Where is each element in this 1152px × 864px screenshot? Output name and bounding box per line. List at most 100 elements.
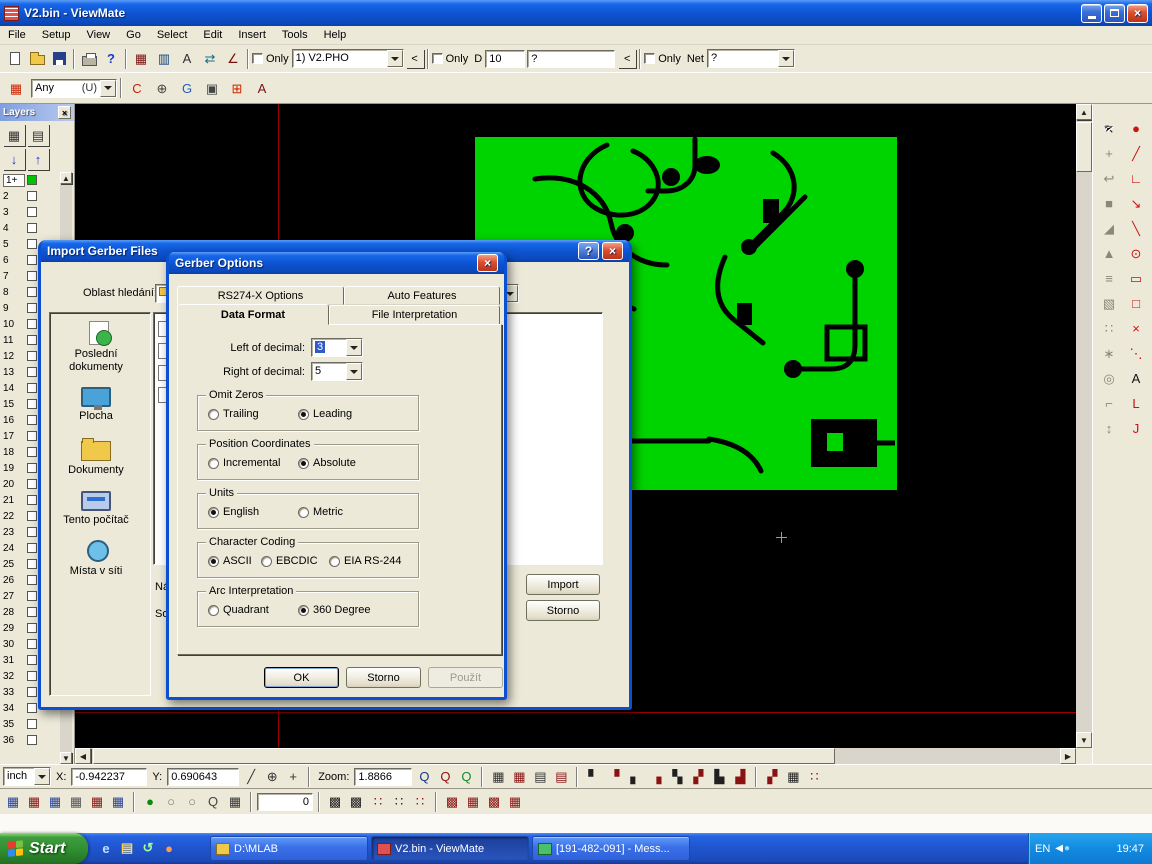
text-tool-button[interactable]: A	[1124, 366, 1148, 390]
inactive-circle-1-button[interactable]: ○	[161, 792, 181, 812]
layer-color-swatch[interactable]	[27, 239, 37, 249]
layer-color-swatch[interactable]	[27, 255, 37, 265]
target-scope-button[interactable]: ◎	[1097, 366, 1121, 390]
layer-color-swatch[interactable]	[27, 463, 37, 473]
zoom-window-button[interactable]: Q	[414, 767, 434, 787]
mini-grid-1-button[interactable]: ▦	[3, 792, 23, 812]
net-grid-button[interactable]: ▤	[530, 767, 550, 787]
clear-highlight-button[interactable]: C	[125, 76, 149, 100]
layer-color-swatch[interactable]	[27, 687, 37, 697]
sync-button[interactable]: ↺	[138, 837, 158, 859]
layer-color-swatch[interactable]	[27, 383, 37, 393]
red-dot-grid-3-button[interactable]: ▩	[484, 792, 504, 812]
layer-color-swatch[interactable]	[27, 719, 37, 729]
import-button[interactable]: Import	[526, 574, 600, 595]
display-mode-5-button[interactable]: ▚	[667, 767, 687, 787]
layer-move-down-button[interactable]: ↓	[3, 148, 25, 170]
radio-incremental[interactable]: Incremental	[208, 457, 280, 469]
layer-color-swatch[interactable]	[27, 527, 37, 537]
scroll-down-icon[interactable]: ▼	[1076, 732, 1092, 748]
new-file-button[interactable]	[4, 48, 26, 70]
only-layer-checkbox[interactable]	[252, 53, 263, 64]
layer-row-35[interactable]: 35	[0, 716, 58, 732]
layer-color-swatch[interactable]	[27, 447, 37, 457]
dot-grid-button[interactable]: ∷	[1097, 316, 1121, 340]
menu-insert[interactable]: Insert	[230, 27, 274, 43]
x-coordinate-input[interactable]	[71, 768, 147, 786]
radio-leading[interactable]: Leading	[298, 408, 352, 420]
radio-trailing[interactable]: Trailing	[208, 408, 259, 420]
y-coordinate-input[interactable]	[167, 768, 239, 786]
radio-english[interactable]: English	[208, 506, 259, 518]
taskbar-task[interactable]: V2.bin - ViewMate	[371, 836, 529, 861]
sketch-mode-button[interactable]: ∷	[804, 767, 824, 787]
stack-button[interactable]: ≡	[1097, 266, 1121, 290]
layer-row-2[interactable]: 2	[0, 188, 58, 204]
language-indicator[interactable]: EN	[1035, 843, 1050, 855]
vertical-scroll-thumb[interactable]	[1076, 122, 1092, 172]
menu-select[interactable]: Select	[149, 27, 196, 43]
layer-color-swatch[interactable]	[27, 559, 37, 569]
previous-dcode-button[interactable]: <	[618, 49, 636, 68]
folders-button[interactable]: ▤	[117, 837, 137, 859]
layer-color-swatch[interactable]	[27, 367, 37, 377]
right-of-decimal-arrow[interactable]	[346, 363, 362, 380]
tab-auto-features[interactable]: Auto Features	[344, 286, 500, 305]
line-tool-button[interactable]: ╱	[1124, 141, 1148, 165]
previous-layer-button[interactable]: <	[406, 49, 424, 68]
mini-grid-4-button[interactable]: ▦	[66, 792, 86, 812]
zoom-input[interactable]	[354, 768, 412, 786]
layer-color-swatch[interactable]	[27, 591, 37, 601]
place-docs[interactable]: Dokumenty	[50, 437, 142, 477]
messenger-status-icon[interactable]: ●	[1064, 843, 1070, 854]
measure-line-button[interactable]: ╱	[241, 767, 261, 787]
layer-color-swatch[interactable]	[27, 175, 37, 185]
red-dot-grid-2-button[interactable]: ▦	[463, 792, 483, 812]
scroll-up-icon[interactable]: ▲	[1076, 104, 1092, 120]
maximize-button[interactable]	[1104, 4, 1125, 23]
diagonal-line-button[interactable]: ╲	[1124, 216, 1148, 240]
radio-eia-rs244[interactable]: EIA RS-244	[329, 555, 401, 567]
layer-color-swatch[interactable]	[27, 735, 37, 745]
layers-panel-header[interactable]: Layers ×	[0, 104, 74, 121]
snap-grid-button[interactable]: ▦	[225, 792, 245, 812]
display-mode-3-button[interactable]: ▖	[625, 767, 645, 787]
center-view-button[interactable]: +	[283, 767, 303, 787]
horizontal-scrollbar[interactable]: ◀ ▶	[75, 748, 1076, 764]
ok-button[interactable]: OK	[264, 667, 339, 688]
corner-tool-button[interactable]: ⌐	[1097, 391, 1121, 415]
layer-color-swatch[interactable]	[27, 399, 37, 409]
rectangle-tool-button[interactable]: ▭	[1124, 266, 1148, 290]
menu-file[interactable]: File	[0, 27, 34, 43]
menu-edit[interactable]: Edit	[195, 27, 230, 43]
mini-grid-2-button[interactable]: ▦	[24, 792, 44, 812]
slope-shape-button[interactable]: ◢	[1097, 216, 1121, 240]
gerber-options-titlebar[interactable]: Gerber Options ×	[169, 252, 504, 274]
film-grid-button[interactable]: ▦	[783, 767, 803, 787]
layer-color-swatch[interactable]	[27, 607, 37, 617]
place-recent[interactable]: Poslední dokumenty	[50, 321, 142, 373]
close-button[interactable]: ×	[1127, 4, 1148, 23]
aperture-table-button[interactable]: ▥	[153, 48, 175, 70]
right-of-decimal-combobox[interactable]: 5	[311, 362, 363, 381]
dcode-input[interactable]	[485, 50, 525, 68]
menu-setup[interactable]: Setup	[34, 27, 79, 43]
mirror-shape-button[interactable]: ▲	[1097, 241, 1121, 265]
net-combobox-arrow[interactable]	[778, 50, 794, 67]
import-cancel-button[interactable]: Storno	[526, 600, 600, 621]
layer-color-swatch[interactable]	[27, 271, 37, 281]
scroll-up-icon[interactable]: ▲	[60, 172, 72, 184]
horizontal-scroll-thumb[interactable]	[93, 748, 835, 764]
polyline-tool-button[interactable]: ∟	[1124, 166, 1148, 190]
radio-ascii[interactable]: ASCII	[208, 555, 252, 567]
place-desktop[interactable]: Plocha	[50, 387, 142, 423]
layer-row-4[interactable]: 4	[0, 220, 58, 236]
left-of-decimal-arrow[interactable]	[346, 339, 362, 356]
grid-letter-button[interactable]: G	[175, 76, 199, 100]
dot-pattern-1-button[interactable]: ∷	[368, 792, 388, 812]
open-file-button[interactable]	[26, 48, 48, 70]
layer-move-up-button[interactable]: ↑	[27, 148, 49, 170]
place-computer[interactable]: Tento počítač	[50, 491, 142, 527]
cancel-button[interactable]: Storno	[346, 667, 421, 688]
cut-tool-button[interactable]: ×	[1124, 316, 1148, 340]
